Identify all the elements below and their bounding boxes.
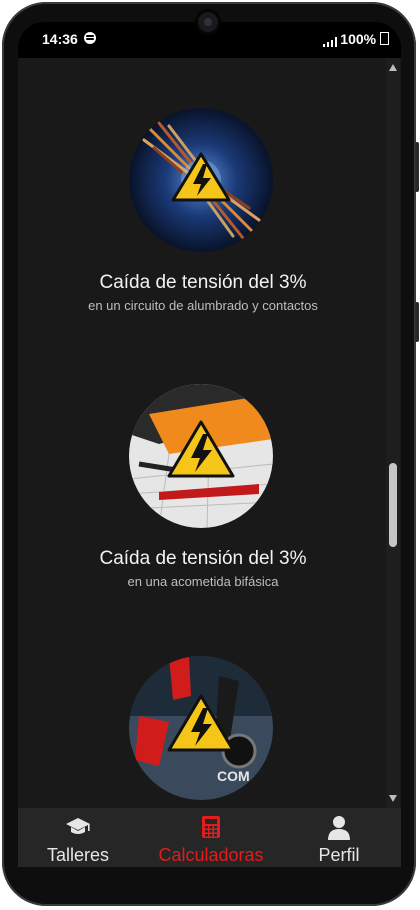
card-image-probes: COM — [129, 656, 273, 800]
card-title: Caída de tensión del 3% — [99, 548, 307, 569]
calculator-icon — [202, 816, 220, 838]
bottom-nav: Talleres Calculadoras Perfil — [18, 808, 401, 867]
graduation-cap-icon — [66, 818, 90, 834]
calculator-list[interactable]: Caída de tensión del 3% en un circuito d… — [18, 58, 388, 808]
nav-item-perfil[interactable]: Perfil — [304, 808, 374, 867]
scroll-down-arrow-icon[interactable] — [389, 795, 397, 802]
nav-item-talleres[interactable]: Talleres — [38, 808, 118, 867]
scroll-up-arrow-icon[interactable] — [389, 64, 397, 71]
card-image-multimeter — [129, 384, 273, 528]
scrollbar[interactable] — [386, 58, 400, 808]
front-camera — [198, 12, 218, 32]
status-time: 14:36 — [42, 31, 78, 47]
card-title: Caída de tensión del 3% — [99, 272, 307, 293]
battery-icon — [380, 32, 389, 45]
volume-button — [415, 142, 419, 192]
power-button — [415, 302, 419, 342]
scrollbar-thumb[interactable] — [389, 463, 397, 547]
nav-label: Perfil — [318, 845, 360, 865]
nav-label: Calculadoras — [158, 845, 264, 865]
signal-icon — [323, 34, 337, 50]
card-image-wires — [129, 108, 273, 252]
nav-label: Talleres — [46, 845, 110, 865]
com-label: COM — [217, 768, 250, 784]
battery-level: 100% — [340, 31, 389, 47]
spotify-icon — [84, 32, 96, 44]
nav-item-calculadoras[interactable]: Calculadoras — [146, 808, 276, 867]
card-subtitle: en un circuito de alumbrado y contactos — [88, 298, 318, 313]
screen: 14:36 100% Caída de tensión del 3% en un… — [18, 22, 401, 867]
user-icon — [328, 816, 350, 840]
card-subtitle: en una acometida bifásica — [127, 574, 279, 589]
